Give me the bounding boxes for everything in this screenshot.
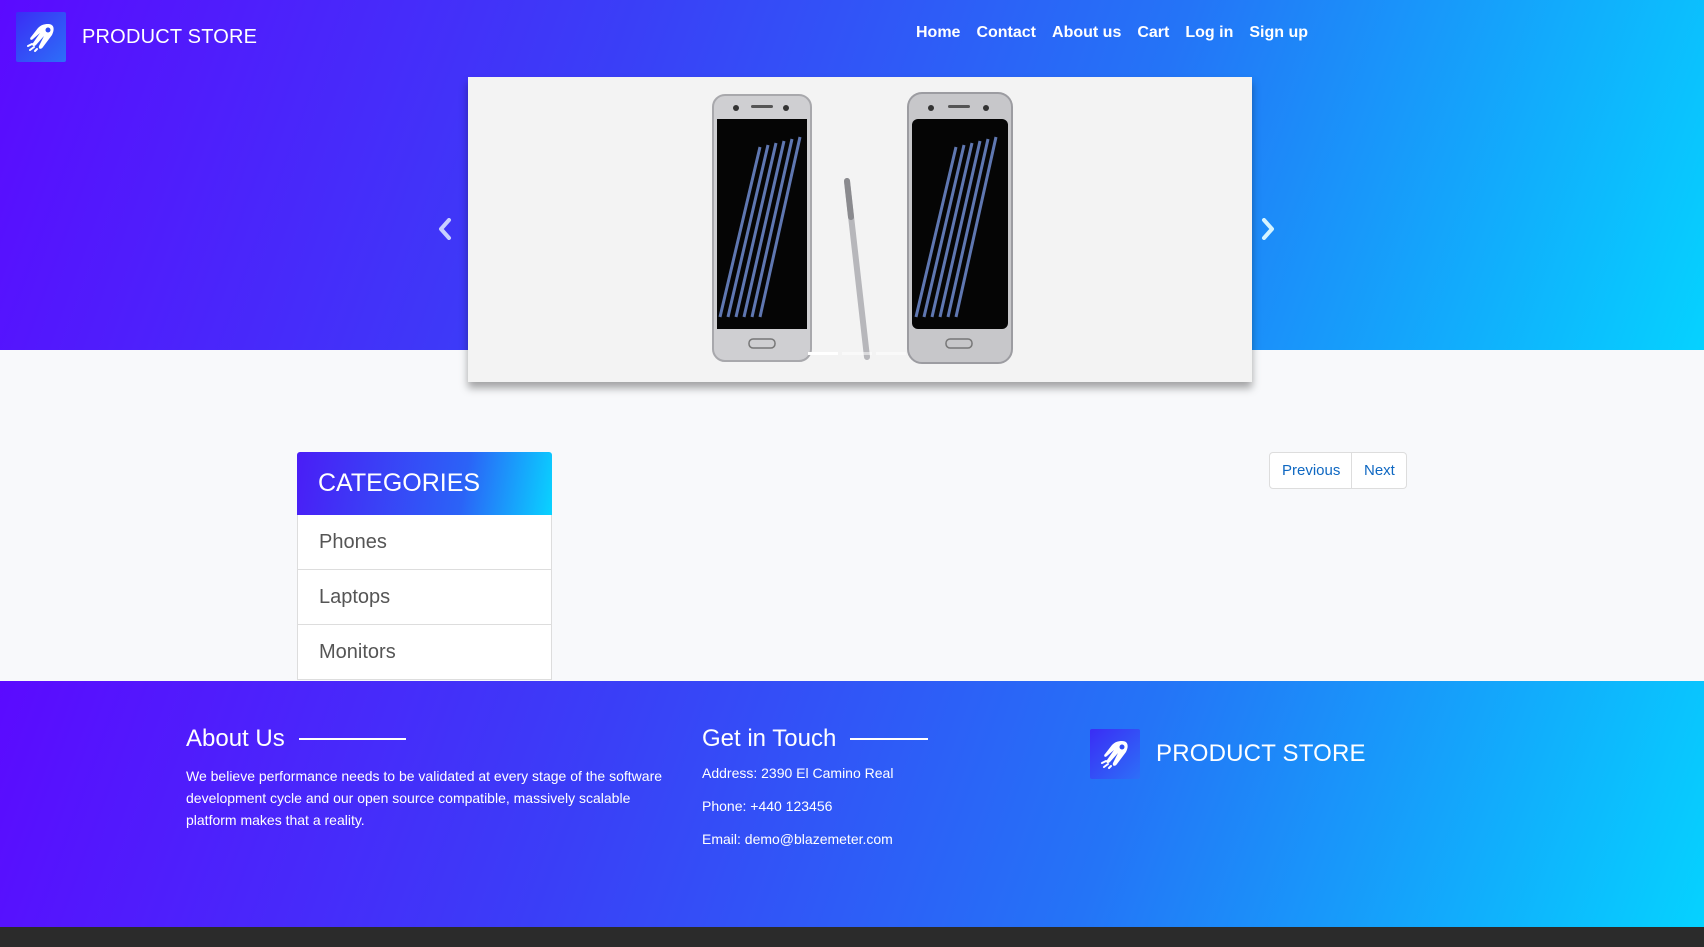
pagination: Previous Next (1269, 452, 1407, 489)
categories-panel: CATEGORIES Phones Laptops Monitors (297, 452, 552, 680)
footer-about: About Us We believe performance needs to… (186, 725, 666, 831)
footer-phone: Phone: +440 123456 (702, 798, 833, 814)
footer-brand: PRODUCT STORE (1090, 729, 1366, 779)
footer-contact: Get in Touch Address: 2390 El Camino Rea… (702, 725, 1002, 864)
nav-about-us[interactable]: About us (1052, 24, 1121, 42)
product-carousel (468, 77, 1252, 382)
carousel-next-chevron-icon[interactable] (1258, 214, 1278, 244)
nav-cart[interactable]: Cart (1137, 24, 1169, 42)
carousel-indicator[interactable] (842, 352, 872, 355)
footer-about-text: We believe performance needs to be valid… (186, 768, 663, 828)
category-phones[interactable]: Phones (297, 515, 552, 570)
footer-contact-title: Get in Touch (702, 725, 837, 752)
carousel-slide-image (468, 77, 1252, 382)
category-monitors[interactable]: Monitors (297, 625, 552, 680)
title-divider (298, 738, 406, 740)
rocket-logo-icon (1090, 729, 1140, 779)
nav-home[interactable]: Home (916, 24, 960, 42)
next-button[interactable]: Next (1352, 452, 1407, 489)
footer: About Us We believe performance needs to… (0, 681, 1704, 927)
footer-brand-name: PRODUCT STORE (1156, 740, 1366, 767)
bottom-bar (0, 927, 1704, 947)
brand-link[interactable]: PRODUCT STORE (16, 12, 257, 62)
main-nav: Home Contact About us Cart Log in Sign u… (916, 24, 1308, 42)
nav-log-in[interactable]: Log in (1185, 24, 1233, 42)
title-divider (850, 738, 929, 740)
rocket-logo-icon (16, 12, 66, 62)
nav-sign-up[interactable]: Sign up (1249, 24, 1308, 42)
nav-contact[interactable]: Contact (976, 24, 1036, 42)
category-laptops[interactable]: Laptops (297, 570, 552, 625)
footer-email: Email: demo@blazemeter.com (702, 831, 893, 847)
previous-button[interactable]: Previous (1269, 452, 1352, 489)
carousel-indicator[interactable] (876, 352, 906, 355)
brand-name: PRODUCT STORE (82, 25, 258, 48)
carousel-indicators (808, 352, 906, 355)
carousel-indicator[interactable] (808, 352, 838, 355)
carousel-prev-chevron-icon[interactable] (435, 214, 455, 244)
footer-address: Address: 2390 El Camino Real (702, 765, 894, 781)
footer-about-title: About Us (186, 725, 285, 752)
categories-heading[interactable]: CATEGORIES (297, 452, 552, 515)
